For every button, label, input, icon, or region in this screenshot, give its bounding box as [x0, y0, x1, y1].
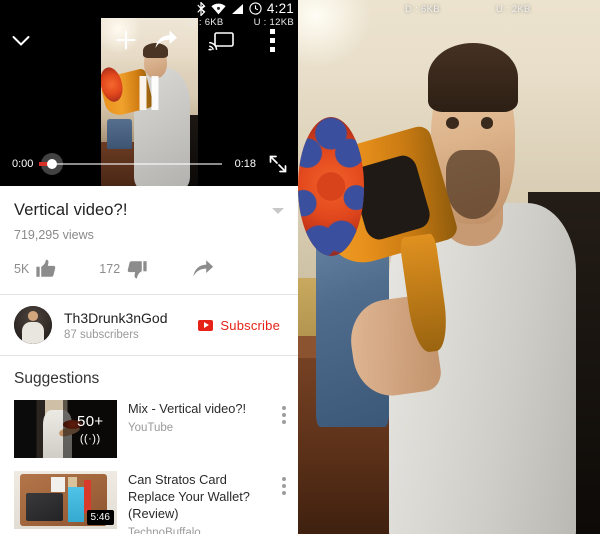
seek-track: [48, 163, 222, 165]
upload-rate-label: U : 2KB: [495, 4, 531, 15]
list-item[interactable]: 5:46 Can Stratos Card Replace Your Walle…: [0, 471, 298, 534]
download-rate-label: D : 6KB: [405, 4, 440, 15]
thumb-down-icon: [127, 261, 147, 279]
view-count-label: 719,295 views: [14, 228, 94, 242]
thumbnail-card-dark: [26, 493, 64, 521]
radio-icon: ((·)): [79, 433, 101, 445]
channel-name-label: Th3Drunk3nGod: [64, 309, 168, 326]
video-player[interactable]: 4:21 D : 6KB U : 12KB 0:00 0:18: [0, 0, 298, 186]
cast-button[interactable]: [208, 30, 234, 52]
clock-label: 4:21: [266, 1, 294, 16]
suggestion-overflow-button[interactable]: [282, 406, 286, 424]
cell-signal-icon: [231, 3, 243, 14]
suggestion-title: Can Stratos Card Replace Your Wallet? (R…: [128, 472, 250, 522]
suggestions-header: Suggestions: [0, 356, 298, 400]
phone-app-panel: 4:21 D : 6KB U : 12KB 0:00 0:18 Vertical…: [0, 0, 298, 534]
seek-bar[interactable]: [39, 153, 222, 175]
thumbnail-card-red: [84, 480, 92, 513]
current-time-label: 0:00: [12, 158, 34, 170]
alarm-clock-icon: [249, 2, 262, 15]
player-overflow-button[interactable]: [270, 29, 275, 52]
video-person-hair: [427, 42, 519, 113]
duration-badge: 5:46: [86, 510, 114, 525]
kebab-menu-icon: [282, 406, 286, 410]
expand-description-button[interactable]: [272, 208, 284, 214]
kebab-menu-icon: [270, 38, 275, 43]
screenshot-root: 4:21 D : 6KB U : 12KB 0:00 0:18 Vertical…: [0, 0, 600, 534]
subscribe-label: Subscribe: [220, 317, 280, 333]
mix-overlay: 50+ ((·)): [63, 400, 117, 458]
upload-rate-label: U : 12KB: [253, 17, 294, 28]
thumbnail-card-blue: [67, 487, 85, 523]
add-to-playlist-button[interactable]: [114, 28, 138, 52]
thumb-up-icon: [36, 259, 56, 277]
status-bar: 4:21: [197, 1, 294, 16]
share-video-button[interactable]: [154, 29, 178, 51]
mix-count-badge: 50+: [77, 413, 104, 430]
page-title: Vertical video?!: [14, 201, 128, 219]
subscribe-button[interactable]: Subscribe: [198, 318, 284, 333]
channel-info: Th3Drunk3nGod 87 subscribers: [64, 310, 198, 341]
kebab-menu-icon: [282, 484, 286, 488]
video-person-eye-left: [445, 117, 459, 130]
suggestion-text: Can Stratos Card Replace Your Wallet? (R…: [117, 471, 284, 534]
suggestion-channel: YouTube: [128, 422, 174, 435]
youtube-play-icon: [198, 319, 214, 331]
seek-bar-row[interactable]: 0:00 0:18: [0, 142, 298, 186]
video-thumbnail[interactable]: 5:46: [14, 471, 117, 529]
suggestion-title: Mix - Vertical video?!: [128, 401, 247, 416]
like-button[interactable]: 5K: [14, 258, 57, 280]
suggestion-text: Mix - Vertical video?! YouTube: [117, 400, 284, 437]
dislike-count-label: 172: [99, 262, 121, 276]
fullscreen-video-panel[interactable]: D : 6KB U : 2KB: [298, 0, 600, 534]
duration-label: 0:18: [234, 158, 256, 170]
avatar[interactable]: [14, 306, 52, 344]
kebab-menu-icon: [270, 29, 275, 34]
chevron-down-icon: [12, 36, 30, 46]
seek-thumb[interactable]: [47, 159, 57, 169]
plus-icon: [116, 30, 136, 50]
kebab-menu-icon: [270, 47, 275, 52]
cast-icon: [208, 32, 234, 51]
suggestion-overflow-button[interactable]: [282, 477, 286, 495]
fullscreen-icon: [269, 155, 287, 173]
fullscreen-button[interactable]: [268, 154, 288, 174]
video-actions-row: 5K 172: [14, 258, 284, 284]
share-arrow-icon: [193, 260, 214, 277]
video-thumbnail[interactable]: 50+ ((·)): [14, 400, 117, 458]
kebab-menu-icon: [282, 413, 286, 417]
download-rate-label: D : 6KB: [188, 17, 224, 28]
video-nerf-darts: [298, 117, 365, 257]
kebab-menu-icon: [282, 477, 286, 481]
thumbnail-card-white: [51, 476, 66, 492]
like-count-label: 5K: [14, 262, 30, 276]
video-person-beard: [445, 149, 501, 219]
avatar-shirt: [22, 321, 44, 344]
kebab-menu-icon: [282, 420, 286, 424]
share-arrow-icon: [155, 30, 177, 48]
list-item[interactable]: 50+ ((·)) Mix - Vertical video?! YouTube: [0, 400, 298, 458]
data-rate-indicator: D : 6KB U : 2KB: [405, 4, 531, 15]
data-rate-indicator: D : 6KB U : 12KB: [189, 17, 294, 28]
suggestion-channel: TechnoBuffalo: [128, 527, 201, 534]
subscriber-count-label: 87 subscribers: [64, 328, 139, 341]
pause-icon[interactable]: [139, 76, 159, 110]
kebab-menu-icon: [282, 491, 286, 495]
share-button[interactable]: [192, 258, 214, 280]
bluetooth-icon: [197, 1, 206, 16]
video-meta-section: Vertical video?! 719,295 views 5K 172: [0, 186, 298, 294]
collapse-player-button[interactable]: [10, 30, 32, 52]
wifi-icon: [211, 3, 226, 14]
dislike-button[interactable]: 172: [99, 258, 148, 280]
channel-row[interactable]: Th3Drunk3nGod 87 subscribers Subscribe: [0, 295, 298, 355]
